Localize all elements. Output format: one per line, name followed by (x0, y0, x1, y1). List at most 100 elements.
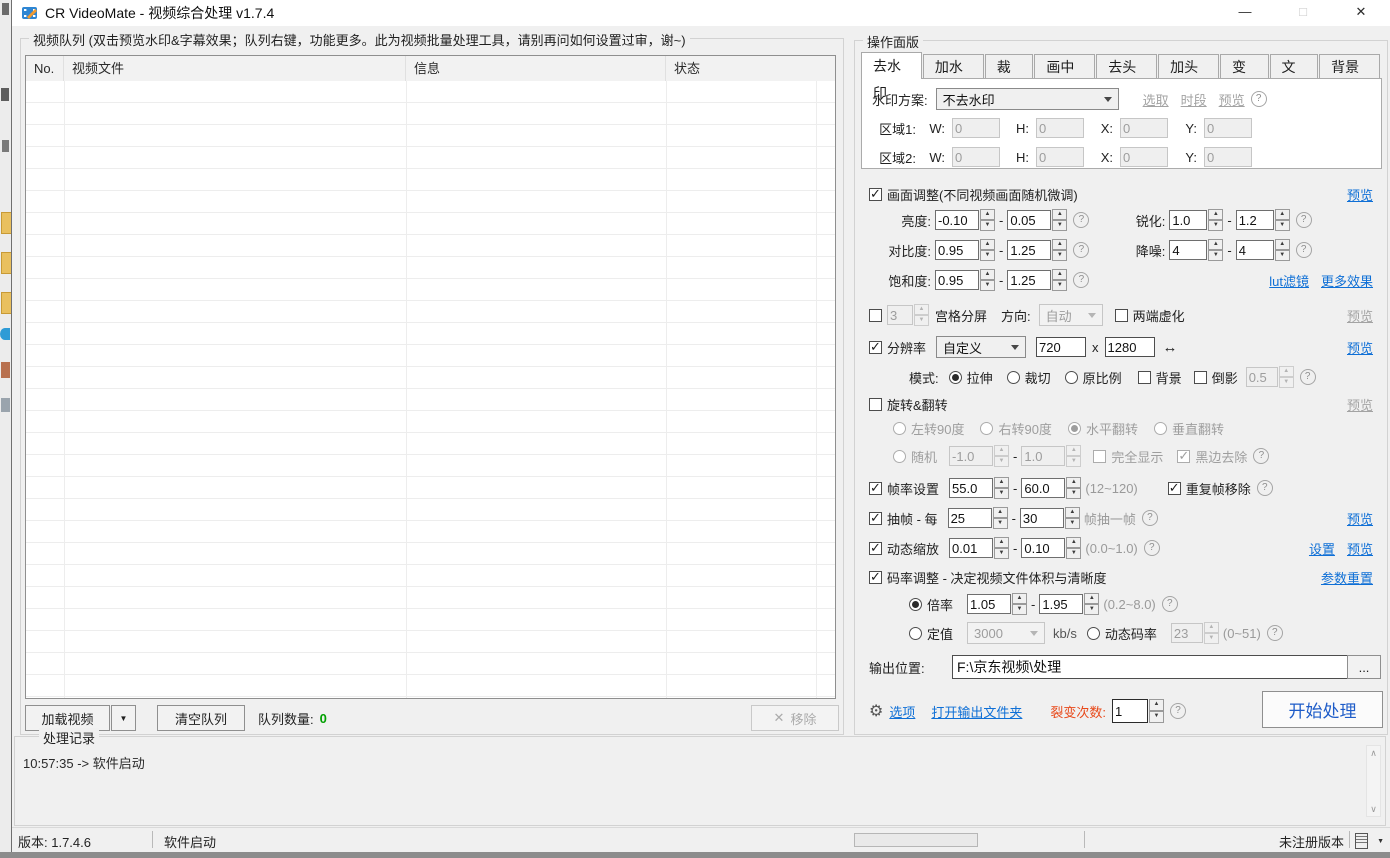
dedup-frames-checkbox[interactable] (1168, 482, 1181, 495)
region1-w-input[interactable] (952, 118, 1000, 138)
more-effects-link[interactable]: 更多效果 (1321, 271, 1373, 290)
help-icon[interactable] (1073, 242, 1089, 258)
tab-add-watermark[interactable]: 加水印 (923, 54, 984, 78)
spinner[interactable]: ▲▼ (1052, 209, 1067, 231)
bitrate-multiplier-radio[interactable] (909, 598, 922, 611)
dynamic-zoom-preview-link[interactable]: 预览 (1347, 539, 1373, 558)
spinner[interactable]: ▲▼ (1052, 269, 1067, 291)
spinner[interactable]: ▲▼ (1275, 239, 1290, 261)
spinner[interactable]: ▲▼ (993, 507, 1008, 529)
resolution-height-input[interactable] (1105, 337, 1155, 357)
spinner[interactable]: ▲▼ (1208, 239, 1223, 261)
maximize-button[interactable]: □ (1274, 0, 1332, 26)
help-icon[interactable] (1073, 212, 1089, 228)
framerate-max-input[interactable] (1021, 478, 1065, 498)
spinner[interactable]: ▲▼ (914, 304, 929, 326)
full-display-checkbox[interactable] (1093, 450, 1106, 463)
help-icon[interactable] (1144, 540, 1160, 556)
spinner[interactable]: ▲▼ (1084, 593, 1099, 615)
sharpen-min-input[interactable] (1169, 210, 1207, 230)
crop-radio[interactable] (1007, 371, 1020, 384)
sharpen-max-input[interactable] (1236, 210, 1274, 230)
original-ratio-radio[interactable] (1065, 371, 1078, 384)
framerate-min-input[interactable] (949, 478, 993, 498)
hflip-radio[interactable] (1068, 422, 1081, 435)
start-processing-button[interactable]: 开始处理 (1262, 691, 1383, 728)
spinner[interactable]: ▲▼ (1204, 622, 1219, 644)
minimize-button[interactable]: — (1216, 0, 1274, 26)
spinner[interactable]: ▲▼ (1149, 699, 1164, 723)
rotate-min-input[interactable] (949, 446, 993, 466)
spinner[interactable]: ▲▼ (994, 445, 1009, 467)
help-icon[interactable] (1162, 596, 1178, 612)
tab-speed[interactable]: 变速 (1220, 54, 1269, 78)
help-icon[interactable] (1251, 91, 1267, 107)
log-menu-icon[interactable] (1355, 833, 1368, 849)
pick-region-link[interactable]: 选取 (1143, 90, 1169, 109)
stretch-radio[interactable] (949, 371, 962, 384)
region1-h-input[interactable] (1036, 118, 1084, 138)
spinner[interactable]: ▲▼ (1012, 593, 1027, 615)
lut-filter-link[interactable]: lut滤镜 (1269, 271, 1309, 290)
bitrate-mult-min-input[interactable] (967, 594, 1011, 614)
close-button[interactable]: ✕ (1332, 0, 1390, 26)
black-edge-checkbox[interactable] (1177, 450, 1190, 463)
resolution-checkbox[interactable] (869, 341, 882, 354)
crf-input[interactable] (1171, 623, 1203, 643)
spinner[interactable]: ▲▼ (1279, 366, 1294, 388)
spinner[interactable]: ▲▼ (1065, 507, 1080, 529)
spinner[interactable]: ▲▼ (980, 239, 995, 261)
denoise-min-input[interactable] (1169, 240, 1207, 260)
dynamic-zoom-settings-link[interactable]: 设置 (1309, 539, 1335, 558)
brightness-min-input[interactable] (935, 210, 979, 230)
rotate-preview-link[interactable]: 预览 (1347, 395, 1373, 414)
frame-extract-checkbox[interactable] (869, 512, 882, 525)
split-count-input[interactable] (1112, 699, 1148, 723)
help-icon[interactable] (1300, 369, 1316, 385)
reflect-value-input[interactable] (1246, 367, 1278, 387)
output-path-input[interactable] (952, 655, 1362, 679)
tab-remove-watermark[interactable]: 去水印 (861, 52, 922, 79)
load-video-dropdown-icon[interactable]: ▼ (111, 705, 136, 731)
remove-button[interactable]: ✕ 移除 (751, 705, 839, 731)
region2-h-input[interactable] (1036, 147, 1084, 167)
spinner[interactable]: ▲▼ (980, 269, 995, 291)
bitrate-fixed-radio[interactable] (909, 627, 922, 640)
dynamic-zoom-max-input[interactable] (1021, 538, 1065, 558)
tab-trim-head-tail[interactable]: 去头尾 (1096, 54, 1157, 78)
help-icon[interactable] (1142, 510, 1158, 526)
rotate-random-radio[interactable] (893, 450, 906, 463)
scroll-up-icon[interactable]: ∧ (1370, 746, 1377, 760)
grid-count-input[interactable] (887, 305, 913, 325)
dynamic-zoom-min-input[interactable] (949, 538, 993, 558)
list-body[interactable] (26, 81, 835, 698)
tab-bgm[interactable]: 背景音 (1319, 54, 1380, 78)
region2-w-input[interactable] (952, 147, 1000, 167)
spinner[interactable]: ▲▼ (994, 537, 1009, 559)
contrast-min-input[interactable] (935, 240, 979, 260)
rotate-max-input[interactable] (1021, 446, 1065, 466)
bitrate-mult-max-input[interactable] (1039, 594, 1083, 614)
gear-icon[interactable]: ⚙ (869, 701, 883, 721)
help-icon[interactable] (1073, 272, 1089, 288)
help-icon[interactable] (1296, 242, 1312, 258)
grid-direction-select[interactable]: 自动 (1039, 304, 1103, 326)
column-info[interactable]: 信息 (406, 56, 666, 81)
scroll-down-icon[interactable]: ∨ (1370, 802, 1377, 816)
tab-text[interactable]: 文本 (1270, 54, 1319, 78)
saturation-min-input[interactable] (935, 270, 979, 290)
tab-pip[interactable]: 画中画 (1034, 54, 1095, 78)
adjust-preview-link[interactable]: 预览 (1347, 185, 1373, 204)
help-icon[interactable] (1296, 212, 1312, 228)
frame-extract-max-input[interactable] (1020, 508, 1064, 528)
column-no[interactable]: No. (26, 56, 64, 81)
rotate-flip-checkbox[interactable] (869, 398, 882, 411)
spinner[interactable]: ▲▼ (1275, 209, 1290, 231)
help-icon[interactable] (1267, 625, 1283, 641)
column-file[interactable]: 视频文件 (64, 56, 406, 81)
column-status[interactable]: 状态 (666, 56, 816, 81)
spinner[interactable]: ▲▼ (980, 209, 995, 231)
grid-split-checkbox[interactable] (869, 309, 882, 322)
resolution-preset-select[interactable]: 自定义 (936, 336, 1026, 358)
bitrate-fixed-select[interactable]: 3000 (967, 622, 1045, 644)
